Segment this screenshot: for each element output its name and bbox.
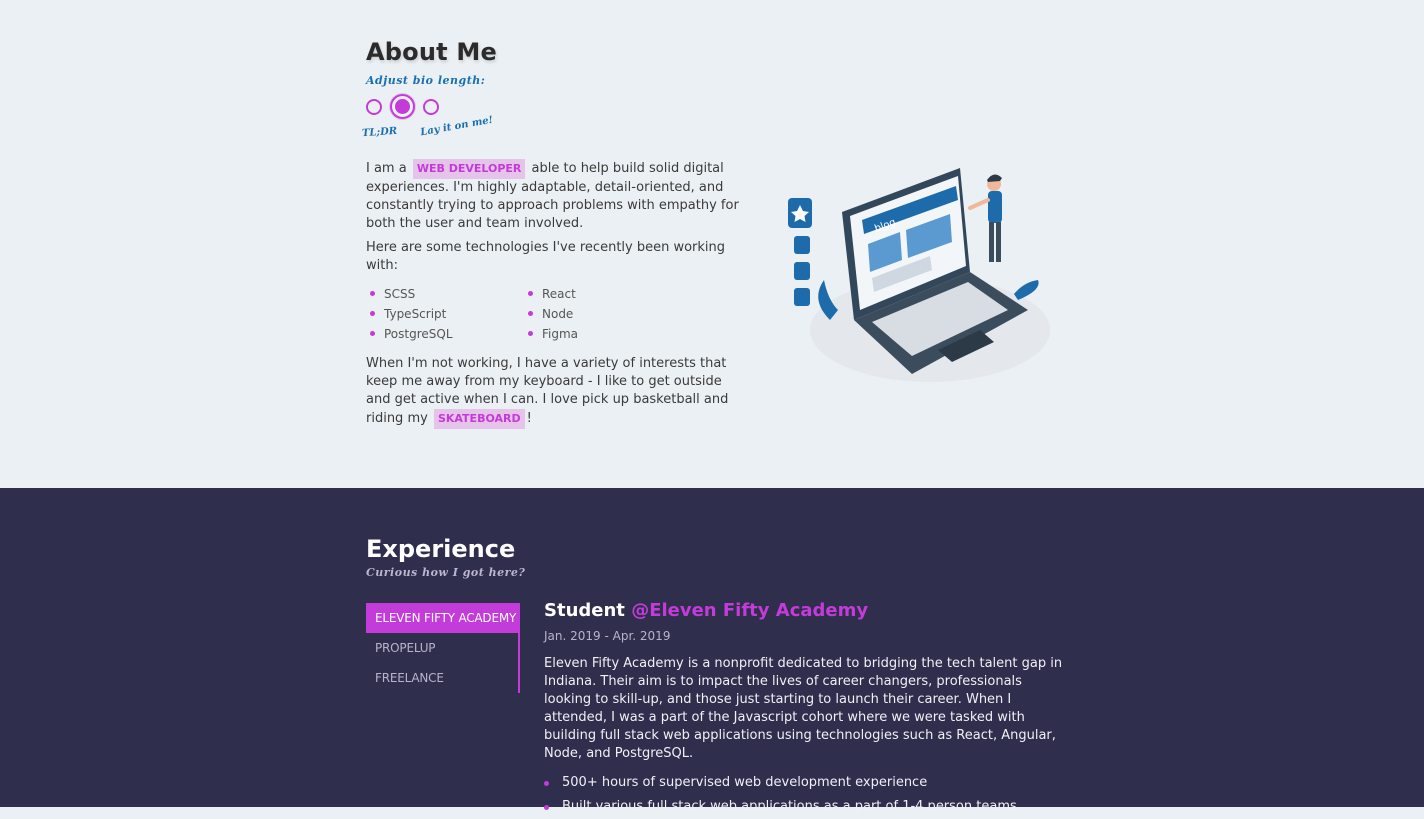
interests-end: ! [526, 411, 532, 426]
list-item: TypeScript [370, 305, 528, 323]
experience-tabs: ELEVEN FIFTY ACADEMY PROPELUP FREELANCE [366, 603, 520, 693]
list-item: 500+ hours of supervised web development… [544, 771, 1064, 795]
highlight-skateboard: SKATEBOARD [433, 409, 525, 429]
about-title: About Me [366, 38, 497, 66]
tech-intro: Here are some technologies I've recently… [366, 240, 726, 273]
tab-eleven-fifty-academy[interactable]: ELEVEN FIFTY ACADEMY [366, 603, 518, 633]
radio-label-lay-it-on-me: Lay it on me! [419, 114, 494, 139]
experience-section: Experience Curious how I got here? ELEVE… [0, 488, 1424, 814]
heart-icon [794, 262, 810, 280]
tab-propelup[interactable]: PROPELUP [366, 633, 518, 663]
list-item: Built various full stack web application… [544, 795, 1064, 819]
list-item: Figma [528, 325, 688, 343]
bio-intro: I am a WEB DEVELOPER able to help build … [366, 159, 746, 233]
interests-text: When I'm not working, I have a variety o… [366, 355, 746, 429]
bio-length-selector: TL;DR Lay it on me! [362, 93, 746, 141]
job-company-link[interactable]: @Eleven Fifty Academy [631, 600, 868, 621]
job-bullets: 500+ hours of supervised web development… [544, 771, 1064, 819]
technology-list: SCSS React TypeScript Node PostgreSQL Fi… [370, 285, 746, 343]
highlight-web-developer: WEB DEVELOPER [412, 159, 526, 179]
list-item: Node [528, 305, 688, 323]
bio-intro-before: I am a [366, 161, 407, 176]
tab-freelance[interactable]: FREELANCE [366, 663, 518, 693]
bio-length-radio-medium[interactable] [390, 94, 415, 119]
job-title: Student @Eleven Fifty Academy [544, 600, 1064, 621]
list-item: PostgreSQL [370, 325, 528, 343]
adjust-bio-label: Adjust bio length: [366, 74, 486, 87]
about-section: About Me Adjust bio length: TL;DR Lay it… [0, 0, 1424, 488]
radio-label-tldr: TL;DR [361, 125, 398, 140]
bio-text: I am a WEB DEVELOPER able to help build … [366, 159, 746, 429]
experience-title: Experience [366, 535, 516, 563]
list-item: SCSS [370, 285, 528, 303]
laptop-illustration: blog [788, 168, 1050, 382]
bio-length-radio-long[interactable] [423, 99, 439, 115]
interests-body: When I'm not working, I have a variety o… [366, 356, 729, 426]
experience-subtitle: Curious how I got here? [366, 566, 526, 579]
bio-length-radio-short[interactable] [366, 99, 382, 115]
job-panel: Student @Eleven Fifty Academy Jan. 2019 … [544, 600, 1064, 819]
job-description: Eleven Fifty Academy is a nonprofit dedi… [544, 656, 1063, 761]
list-item: React [528, 285, 688, 303]
like-icon [794, 236, 810, 254]
message-icon [794, 288, 810, 306]
about-content: About Me Adjust bio length: TL;DR Lay it… [362, 38, 746, 435]
job-dates: Jan. 2019 - Apr. 2019 [544, 629, 671, 643]
job-role: Student [544, 600, 625, 621]
